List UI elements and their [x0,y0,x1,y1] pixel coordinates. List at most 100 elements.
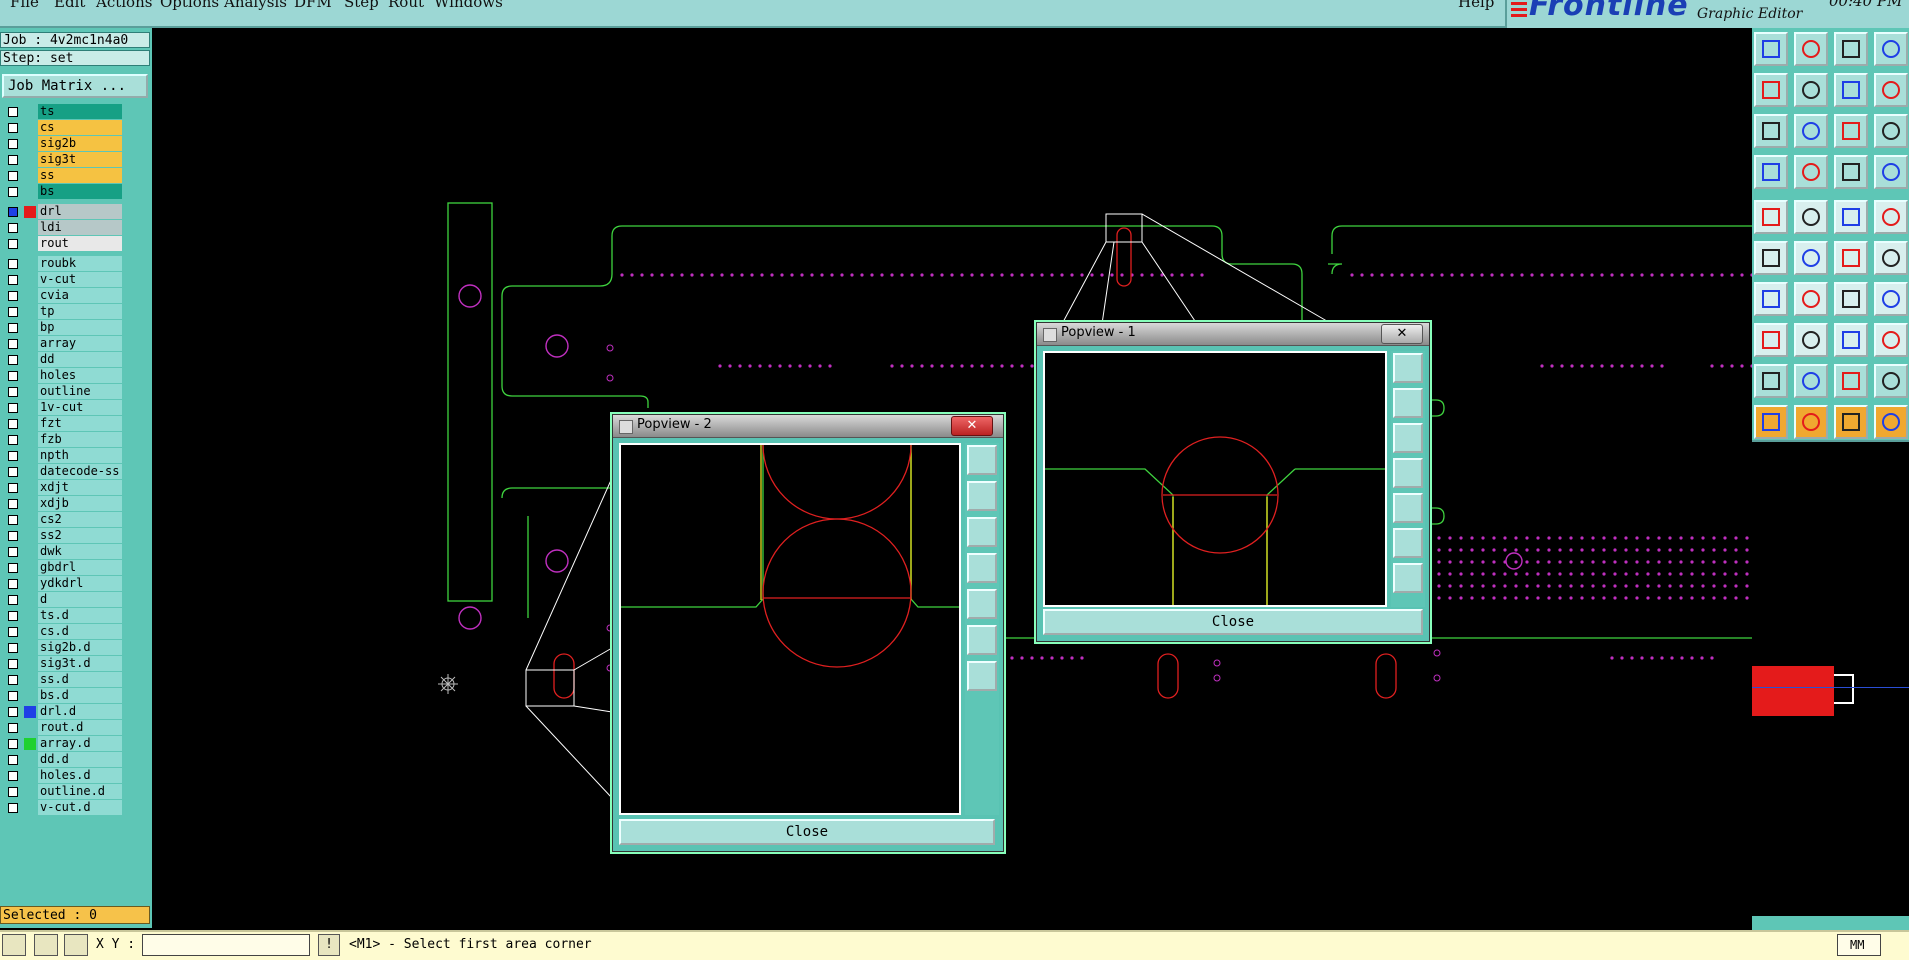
layer-row[interactable]: array.d [2,736,122,752]
layer-checkbox[interactable] [8,419,18,429]
layer-checkbox[interactable] [8,531,18,541]
layer-checkbox[interactable] [8,467,18,477]
zoom-fit-icon[interactable] [1754,114,1788,148]
layer-name[interactable]: holes.d [38,768,122,783]
units-selector[interactable]: MM [1837,934,1881,956]
layer-checkbox[interactable] [8,755,18,765]
menu-edit[interactable]: Edit [54,0,85,11]
layer-row[interactable]: bp [2,320,122,336]
layer-name[interactable]: fzt [38,416,122,431]
layer-checkbox[interactable] [8,259,18,269]
menu-windows[interactable]: Windows [434,0,503,11]
layer-name[interactable]: cs.d [38,624,122,639]
layer-name[interactable]: holes [38,368,122,383]
layer-checkbox[interactable] [8,339,18,349]
layer-row[interactable]: d [2,592,122,608]
layer-checkbox[interactable] [8,387,18,397]
layer-row[interactable]: rout [2,236,122,252]
pan-left-icon[interactable] [967,553,997,583]
ruler-icon[interactable] [1834,200,1868,234]
layer-checkbox[interactable] [8,187,18,197]
connect-icon[interactable] [1754,241,1788,275]
layer-row[interactable]: cs.d [2,624,122,640]
layer-name[interactable]: bs.d [38,688,122,703]
layer-checkbox[interactable] [8,643,18,653]
triangle-outline-icon[interactable] [1874,364,1908,398]
layer-row[interactable]: array [2,336,122,352]
layer-row[interactable]: sig2b.d [2,640,122,656]
zoom-in-icon[interactable] [967,625,997,655]
cursor-select-icon[interactable] [1794,405,1828,439]
layer-name[interactable]: ss [38,168,122,183]
layer-checkbox[interactable] [8,691,18,701]
layer-checkbox[interactable] [8,675,18,685]
menu-help[interactable]: Help [1458,0,1494,11]
layer-checkbox[interactable] [8,803,18,813]
layer-name[interactable]: drl [38,204,122,219]
arc-icon[interactable] [1874,241,1908,275]
info-icon[interactable]: ! [318,934,340,956]
cursor-net-icon[interactable] [1874,405,1908,439]
layer-checkbox[interactable] [8,155,18,165]
triangle-fill-icon[interactable] [1834,364,1868,398]
net-icon[interactable] [1834,155,1868,189]
layer-row[interactable]: holes [2,368,122,384]
popview-2-close-button[interactable]: Close [619,819,995,845]
layer-checkbox[interactable] [8,403,18,413]
layer-name[interactable]: dd [38,352,122,367]
angle-icon[interactable] [1754,282,1788,316]
layer-name[interactable]: xdjt [38,480,122,495]
job-matrix-button[interactable]: Job Matrix ... [2,74,148,98]
bar-icon[interactable] [1794,323,1828,357]
layer-row[interactable]: 1v-cut [2,400,122,416]
layer-checkbox[interactable] [8,239,18,249]
layer-checkbox[interactable] [8,739,18,749]
undo-curve-icon[interactable] [1834,282,1868,316]
pan-up-icon[interactable] [1393,388,1423,418]
layer-checkbox[interactable] [8,483,18,493]
triangle-alt-icon[interactable] [1794,364,1828,398]
layer-name[interactable]: outline [38,384,122,399]
layer-checkbox[interactable] [8,787,18,797]
layer-row[interactable]: rout.d [2,720,122,736]
layer-name[interactable]: fzb [38,432,122,447]
pan-down-icon[interactable] [1393,423,1423,453]
layer-row[interactable]: cs2 [2,512,122,528]
layer-name[interactable]: bs [38,184,122,199]
cursor-icon[interactable] [1754,405,1788,439]
pan-right-icon[interactable] [1393,493,1423,523]
layer-row[interactable]: ldi [2,220,122,236]
layer-checkbox[interactable] [8,659,18,669]
layer-checkbox[interactable] [8,771,18,781]
layer-checkbox[interactable] [8,355,18,365]
layer-checkbox[interactable] [8,435,18,445]
layer-name[interactable]: sig3t [38,152,122,167]
layer-checkbox[interactable] [8,223,18,233]
menu-actions[interactable]: Actions [96,0,152,11]
layer-name[interactable]: ss.d [38,672,122,687]
copy-icon[interactable] [1874,323,1908,357]
layer-name[interactable]: array [38,336,122,351]
layer-checkbox[interactable] [8,123,18,133]
layer-name[interactable]: ydkdrl [38,576,122,591]
layer-row[interactable]: v-cut.d [2,800,122,816]
pan-up-icon[interactable] [967,481,997,511]
layer-name[interactable]: bp [38,320,122,335]
layer-name[interactable]: roubk [38,256,122,271]
layer-name[interactable]: array.d [38,736,122,751]
step-left-icon[interactable] [1754,73,1788,107]
popview-1-view[interactable] [1043,351,1387,607]
layer-row[interactable]: ss [2,168,122,184]
xy-input[interactable] [142,934,310,956]
layer-row[interactable]: bs [2,184,122,200]
pan-right-icon[interactable] [967,589,997,619]
scale-icon[interactable] [1834,114,1868,148]
layer-name[interactable]: cs2 [38,512,122,527]
layer-row[interactable]: holes.d [2,768,122,784]
layer-name[interactable]: rout.d [38,720,122,735]
layer-checkbox[interactable] [8,579,18,589]
line-icon[interactable] [1834,241,1868,275]
properties-icon[interactable] [1754,155,1788,189]
layer-row[interactable]: cs [2,120,122,136]
layer-name[interactable]: cs [38,120,122,135]
